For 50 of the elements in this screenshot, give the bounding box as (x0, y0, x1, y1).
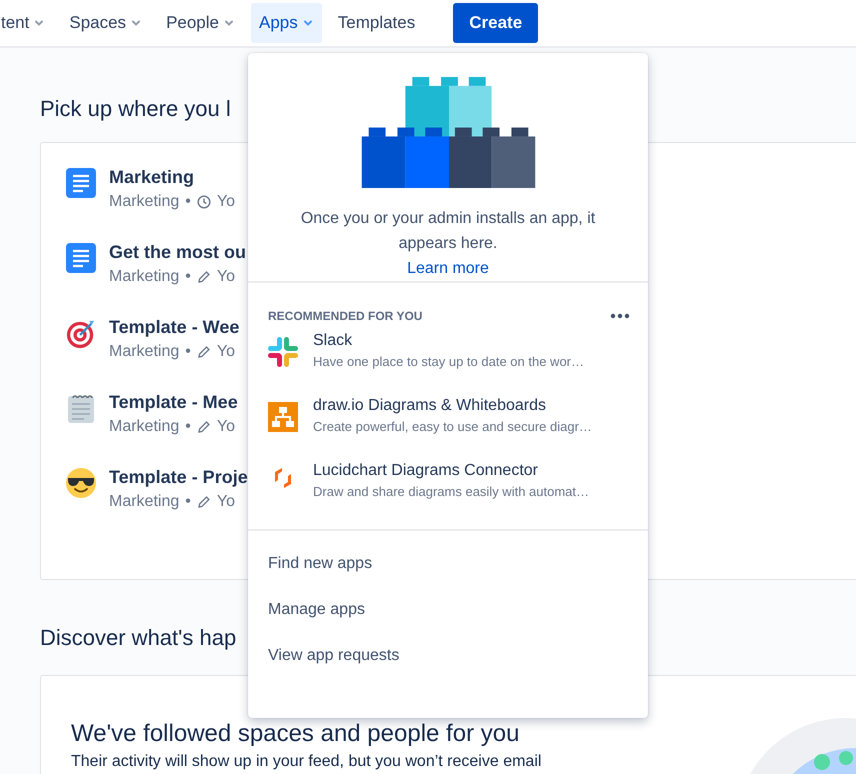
page-title-link[interactable]: Get the most ou (109, 240, 246, 264)
app-description: Have one place to stay up to date on the wor… (313, 354, 584, 369)
card-text: Their activity will show up in your feed, but you won’t receive email (71, 752, 542, 771)
page-title-link[interactable]: Template - Wee (109, 315, 240, 339)
app-name[interactable]: draw.io Diagrams & Whiteboards (313, 394, 546, 418)
empty-state-message: Once you or your admin installs an app, it appears here. (300, 209, 596, 254)
space-name: Marketing (109, 343, 180, 361)
card-title: We've followed spaces and people for you (71, 720, 520, 748)
section-title: RECOMMENDED FOR YOU (268, 309, 422, 323)
activity-text: Yo (216, 418, 235, 436)
menu-item[interactable]: Manage apps (248, 587, 648, 633)
activity-text: Yo (216, 493, 235, 511)
menu-item[interactable]: View app requests (248, 633, 648, 679)
page-icon (66, 243, 96, 273)
separator-dot: • (185, 268, 191, 286)
page-title-link[interactable]: Template - Proje (109, 465, 248, 489)
section-heading: Discover what's hap (40, 625, 238, 651)
app-name[interactable]: Slack (313, 329, 352, 353)
section-heading: Pick up where you l (40, 96, 232, 122)
sunglasses-emoji-icon (66, 468, 96, 498)
app-description: Draw and share diagrams easily with automat… (313, 484, 590, 499)
space-name: Marketing (109, 418, 180, 436)
page-icon (66, 168, 96, 198)
nav-menu-tab[interactable]: People (158, 3, 243, 43)
activity-text: Yo (216, 268, 235, 286)
target-icon (66, 318, 96, 350)
learn-more-link[interactable]: Learn more (407, 256, 489, 281)
separator-dot: • (185, 418, 191, 436)
notepad-icon (67, 393, 95, 423)
nav-menu-tab[interactable]: Templates (330, 3, 424, 43)
separator-dot: • (185, 343, 191, 361)
space-name: Marketing (109, 268, 180, 286)
create-button[interactable]: Create (453, 3, 538, 43)
space-name: Marketing (109, 193, 180, 211)
diagram-app-icon (268, 402, 298, 432)
menu-item[interactable]: Find new apps (248, 541, 648, 587)
nav-menu-tab[interactable]: Apps (251, 3, 322, 43)
space-name: Marketing (109, 493, 180, 511)
page-title-link[interactable]: Template - Mee (109, 390, 238, 414)
page-title-link[interactable]: Marketing (109, 165, 194, 189)
app-name[interactable]: Lucidchart Diagrams Connector (313, 459, 538, 483)
activity-text: Yo (216, 343, 235, 361)
separator-dot: • (185, 193, 191, 211)
bracket-logo-icon (273, 467, 293, 489)
app-description: Create powerful, easy to use and secure diagr… (313, 419, 592, 434)
nav-menu-tab[interactable]: Spaces (61, 3, 150, 43)
slack-icon (268, 337, 298, 367)
activity-text: Yo (216, 193, 235, 211)
nav-menu-tab[interactable]: tent (0, 3, 54, 43)
separator-dot: • (185, 493, 191, 511)
